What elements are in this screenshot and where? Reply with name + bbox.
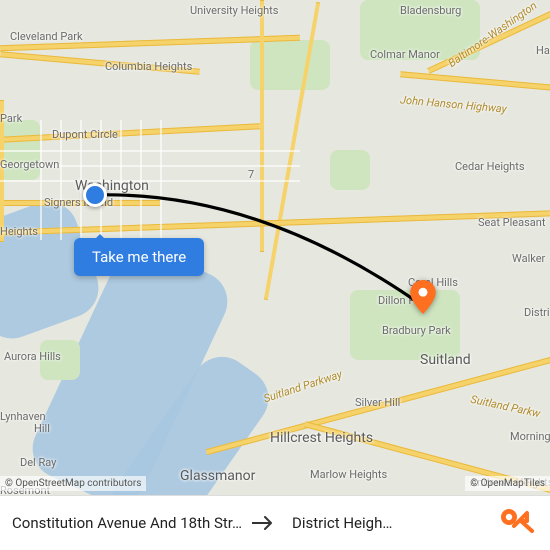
place-label: Heights (0, 225, 38, 238)
street (160, 120, 162, 240)
take-me-there-button[interactable]: Take me there (74, 238, 204, 276)
place-label: Distri (524, 306, 550, 319)
place-label: John Hanson Highway (400, 93, 508, 115)
from-label: Constitution Avenue And 18th Str… (12, 514, 242, 532)
place-label: Glassmanor (180, 468, 255, 484)
place-label: 7 (248, 168, 254, 181)
place-label: Bradbury Park (382, 324, 451, 337)
destination-marker[interactable] (410, 280, 436, 306)
place-label: University Heights (190, 4, 278, 17)
attribution-osm[interactable]: © OpenStreetMap contributors (0, 476, 146, 491)
moovit-icon (497, 503, 537, 543)
place-label: Hall (536, 44, 550, 57)
road (400, 71, 550, 94)
to-label: District Heigh… (292, 514, 392, 532)
origin-marker[interactable] (83, 183, 107, 207)
place-label: Colmar Manor (370, 48, 440, 61)
place-label: Hill (34, 422, 50, 435)
place-label: Marlow Heights (310, 468, 387, 481)
place-label: Del Ray (20, 456, 56, 469)
street (0, 150, 300, 152)
street (40, 120, 42, 240)
park-area (330, 150, 370, 190)
place-label: Park (0, 112, 22, 125)
route-summary-bar: Constitution Avenue And 18th Str… Distri… (0, 495, 550, 550)
attribution-openmaptiles[interactable]: © OpenMapTiles (465, 476, 550, 491)
place-label: Suitland Parkw (469, 393, 541, 420)
place-label: Hillcrest Heights (270, 430, 373, 446)
moovit-logo[interactable] (496, 502, 538, 544)
place-label: Silver Hill (355, 396, 400, 409)
place-label: Suitland (420, 352, 471, 368)
place-label: Columbia Heights (105, 60, 192, 73)
place-label: Georgetown (0, 158, 59, 171)
place-label: Morning (510, 430, 550, 443)
place-label: Cedar Heights (455, 160, 525, 173)
place-label: Suitland Parkway (262, 368, 344, 406)
map-viewport[interactable]: Cleveland Park University Heights Columbia… (0, 0, 550, 550)
route-summary: Constitution Avenue And 18th Str… Distri… (12, 514, 496, 532)
place-label: Dupont Circle (52, 128, 118, 141)
arrow-right-icon (252, 516, 274, 530)
place-label: Walker (512, 252, 545, 265)
pin-icon (410, 280, 436, 314)
road (260, 0, 264, 252)
place-label: Seat Pleasant (478, 216, 545, 229)
place-label: Bladensburg (400, 4, 461, 17)
place-label: Cleveland Park (10, 30, 83, 43)
street (0, 180, 300, 182)
cta-label: Take me there (92, 248, 186, 266)
place-label: Aurora Hills (4, 350, 61, 363)
